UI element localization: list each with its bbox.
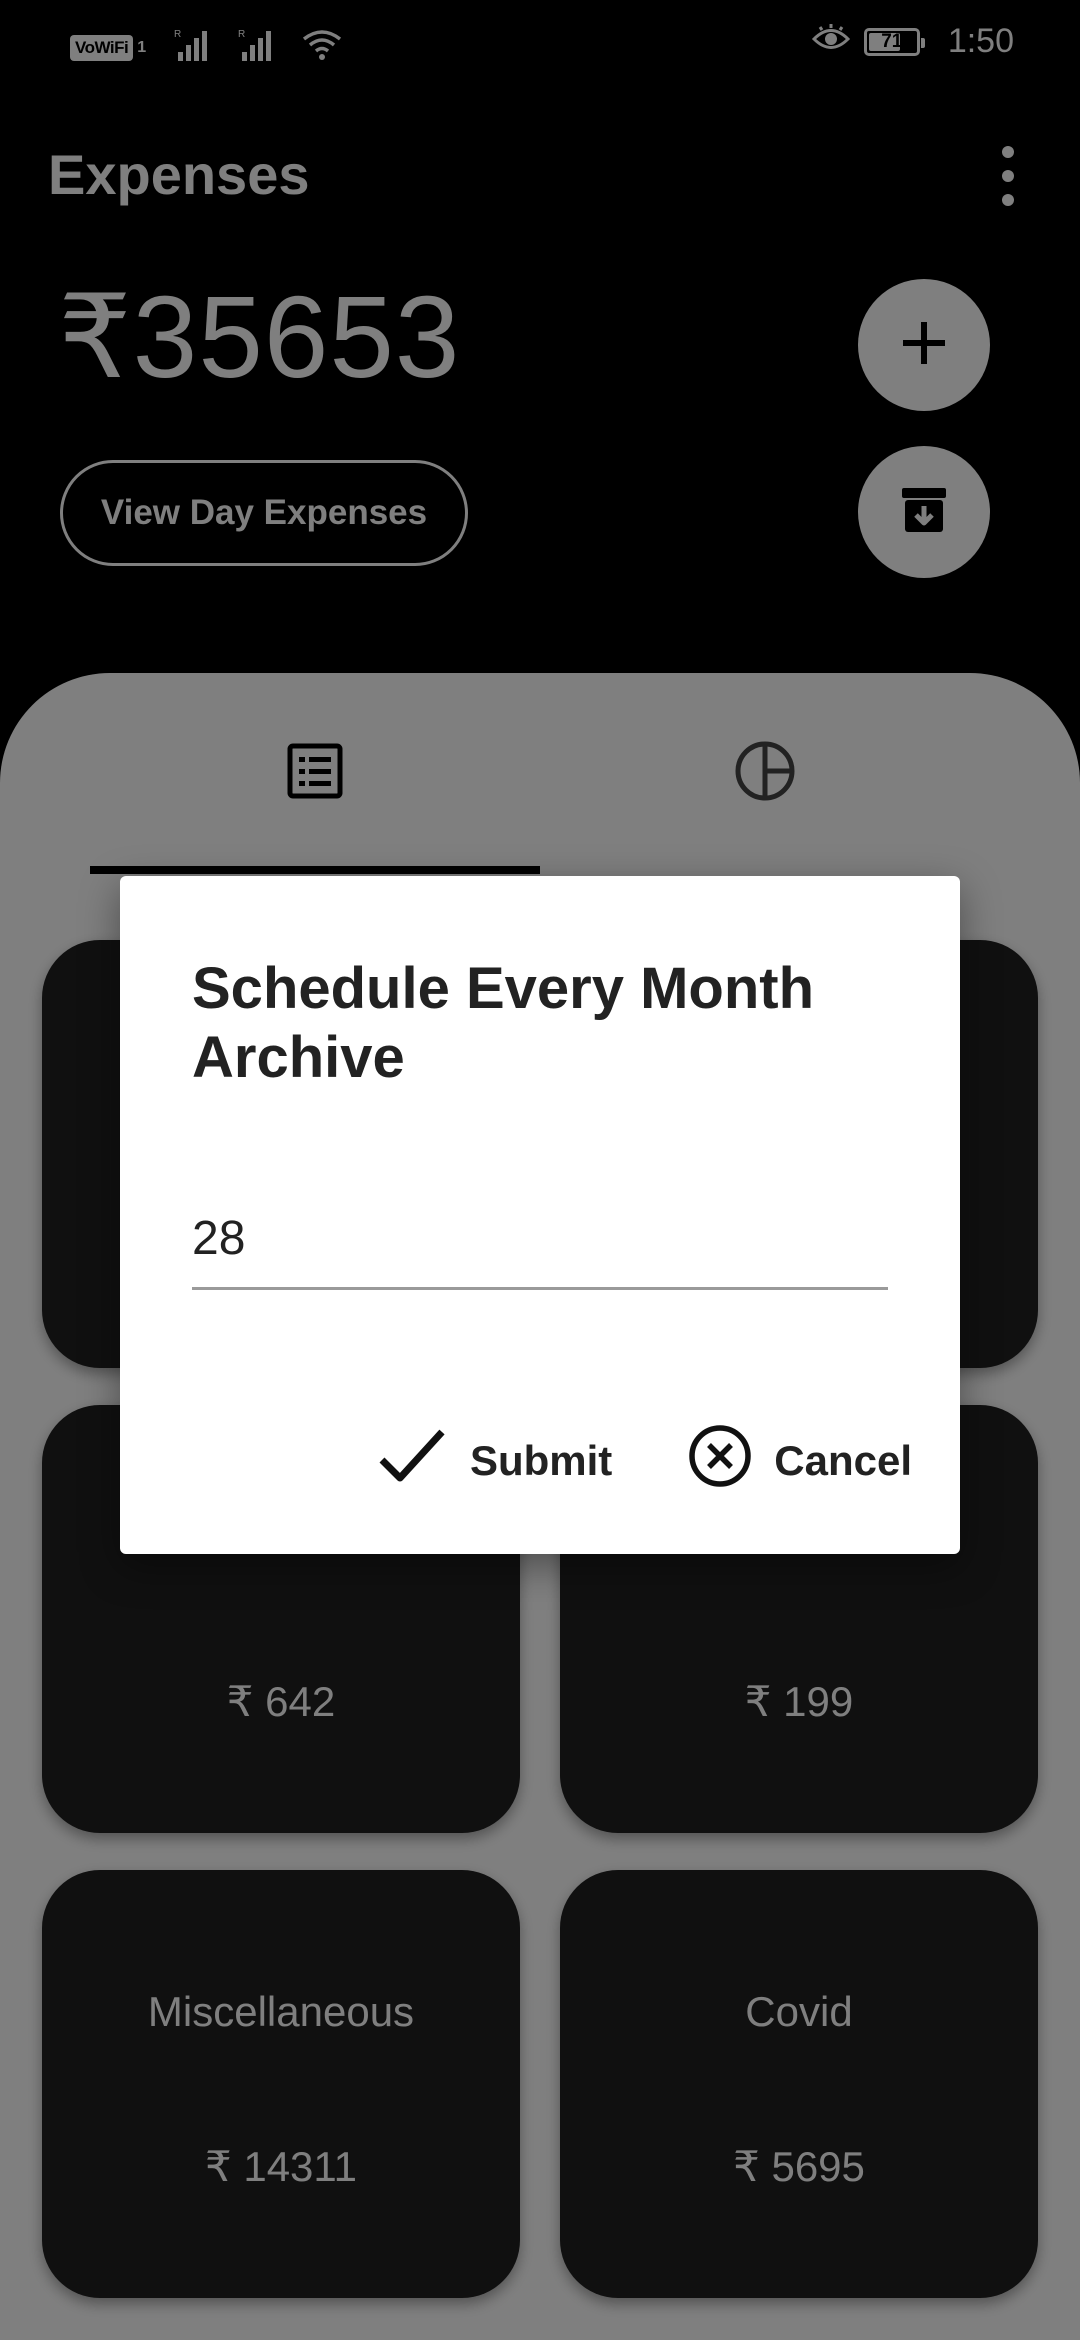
dialog-title: Schedule Every Month Archive xyxy=(192,956,815,1090)
cancel-button[interactable]: Cancel xyxy=(688,1424,912,1498)
check-icon xyxy=(376,1426,448,1496)
archive-day-input[interactable] xyxy=(192,1176,888,1290)
submit-label: Submit xyxy=(469,1437,613,1484)
cancel-label: Cancel xyxy=(774,1437,912,1484)
cancel-circle-icon xyxy=(688,1424,752,1498)
schedule-archive-dialog: Schedule Every Month Archive Submit Canc… xyxy=(120,876,960,1554)
submit-button[interactable]: Submit xyxy=(376,1426,612,1496)
